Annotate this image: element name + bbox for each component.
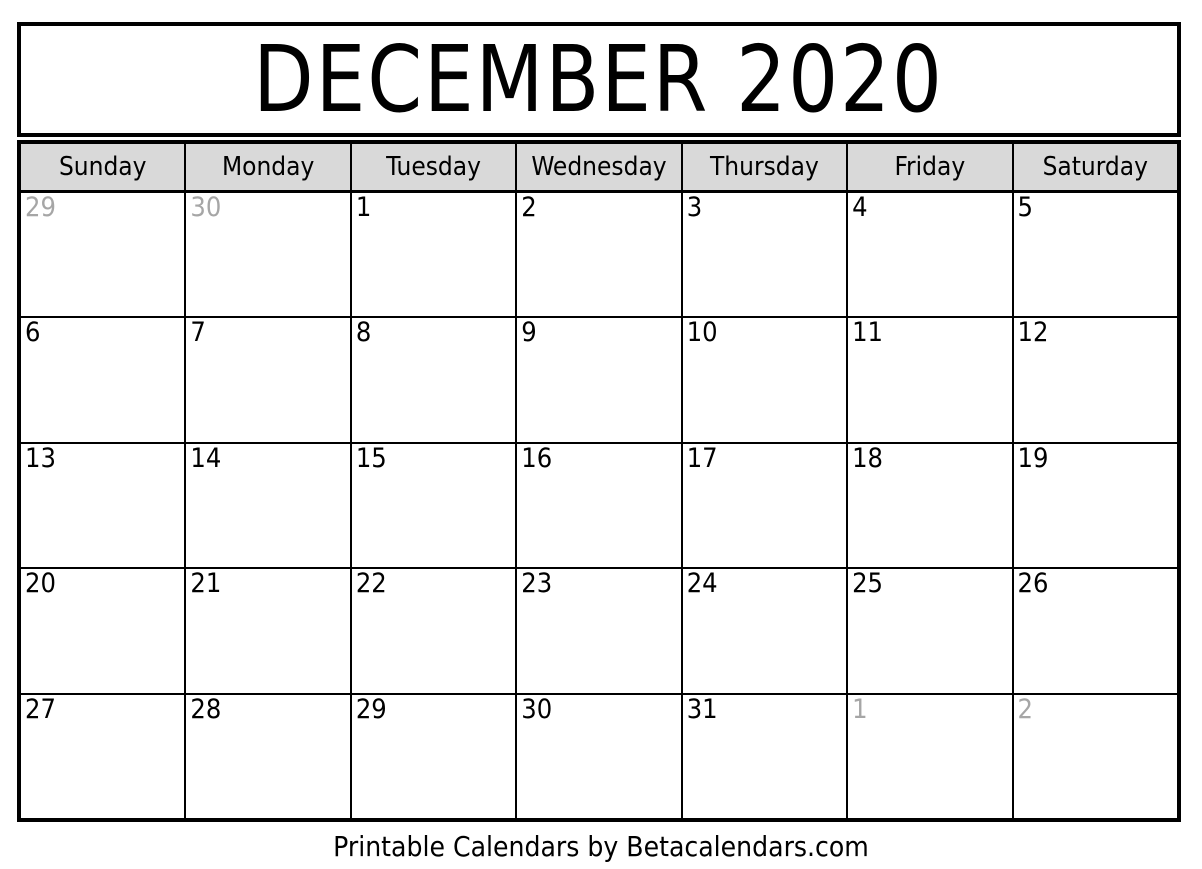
day-number: 14 [190,443,222,474]
day-number: 13 [25,443,56,474]
day-cell[interactable]: 2 [1013,694,1177,819]
day-number: 5 [1017,193,1033,223]
week-row: 20 21 22 23 24 25 26 [21,569,1177,695]
day-number: 31 [686,694,718,725]
day-number: 22 [355,569,387,600]
day-cell[interactable]: 28 [186,694,352,819]
day-number: 1 [852,694,868,725]
calendar-weeks: 29 30 1 2 3 4 5 6 7 8 9 10 11 12 13 14 15 16 17 18 19 20 21 22 2… [21,193,1177,819]
day-cell[interactable]: 10 [682,318,849,442]
day-cell[interactable]: 7 [186,318,352,442]
day-number: 23 [521,569,553,600]
weekday-header-monday: Monday [186,144,352,190]
day-number: 29 [25,193,56,223]
weekday-label: Monday [221,152,315,182]
day-number: 2 [521,193,537,223]
day-number: 2 [1017,694,1033,725]
day-number: 6 [25,318,41,349]
calendar-title-banner: DECEMBER 2020 [17,22,1181,137]
day-number: 29 [355,694,387,725]
day-cell[interactable]: 19 [1013,443,1177,568]
day-cell[interactable]: 12 [1013,318,1177,442]
weekday-header-friday: Friday [848,144,1014,190]
footer-credit: Printable Calendars by Betacalendars.com [333,829,869,863]
day-cell[interactable]: 29 [21,193,187,317]
day-cell[interactable]: 15 [351,443,518,568]
day-cell[interactable]: 26 [1013,569,1177,693]
day-cell[interactable]: 13 [21,443,187,568]
day-cell[interactable]: 3 [682,193,849,317]
day-number: 30 [190,193,222,223]
day-number: 4 [852,193,868,223]
weekday-header-thursday: Thursday [682,144,849,190]
day-cell[interactable]: 30 [186,193,352,317]
day-number: 30 [521,694,553,725]
day-number: 7 [190,318,206,349]
day-number: 9 [521,318,537,349]
weekday-header-tuesday: Tuesday [351,144,518,190]
weekday-label: Tuesday [386,152,481,182]
day-cell[interactable]: 18 [848,443,1014,568]
weekday-label: Saturday [1042,152,1148,182]
day-number: 24 [686,569,718,600]
day-cell[interactable]: 24 [682,569,849,693]
day-cell[interactable]: 1 [848,694,1014,819]
day-number: 27 [25,694,56,725]
day-number: 21 [190,569,222,600]
day-number: 28 [190,694,222,725]
weekday-header-row: Sunday Monday Tuesday Wednesday Thursday Frid… [21,144,1177,193]
day-number: 15 [355,443,387,474]
day-cell[interactable]: 21 [186,569,352,693]
day-number: 8 [355,318,372,349]
weekday-label: Thursday [710,152,819,182]
weekday-header-sunday: Sunday [21,144,187,190]
day-number: 11 [852,318,884,349]
week-row: 27 28 29 30 31 1 2 [21,694,1177,819]
day-number: 1 [355,193,372,223]
page-title: DECEMBER 2020 [253,25,945,133]
day-number: 26 [1017,569,1049,600]
day-number: 25 [852,569,884,600]
day-cell[interactable]: 4 [848,193,1014,317]
day-cell[interactable]: 2 [517,193,683,317]
day-number: 10 [686,318,718,349]
day-cell[interactable]: 11 [848,318,1014,442]
day-cell[interactable]: 30 [517,694,683,819]
day-cell[interactable]: 9 [517,318,683,442]
day-cell[interactable]: 23 [517,569,683,693]
day-number: 18 [852,443,884,474]
day-number: 12 [1017,318,1049,349]
week-row: 29 30 1 2 3 4 5 [21,193,1177,319]
day-cell[interactable]: 20 [21,569,187,693]
day-cell[interactable]: 8 [351,318,518,442]
day-cell[interactable]: 1 [351,193,518,317]
weekday-label: Wednesday [531,152,667,182]
weekday-label: Sunday [58,152,147,182]
day-cell[interactable]: 5 [1013,193,1177,317]
day-cell[interactable]: 29 [351,694,518,819]
day-cell[interactable]: 22 [351,569,518,693]
day-cell[interactable]: 25 [848,569,1014,693]
weekday-header-wednesday: Wednesday [517,144,683,190]
day-cell[interactable]: 31 [682,694,849,819]
weekday-header-saturday: Saturday [1013,144,1177,190]
day-cell[interactable]: 6 [21,318,187,442]
day-number: 20 [25,569,56,600]
day-number: 17 [686,443,718,474]
weekday-label: Friday [894,152,966,182]
day-cell[interactable]: 17 [682,443,849,568]
day-number: 19 [1017,443,1049,474]
calendar-page: DECEMBER 2020 Sunday Monday Tuesday Wednesd… [0,0,1202,869]
calendar-footer: Printable Calendars by Betacalendars.com [0,824,1202,869]
day-cell[interactable]: 14 [186,443,352,568]
day-number: 16 [521,443,553,474]
week-row: 6 7 8 9 10 11 12 [21,318,1177,444]
week-row: 13 14 15 16 17 18 19 [21,443,1177,570]
day-cell[interactable]: 16 [517,443,683,568]
day-cell[interactable]: 27 [21,694,187,819]
day-number: 3 [686,193,703,223]
calendar-grid: Sunday Monday Tuesday Wednesday Thursday Frid… [17,140,1181,822]
